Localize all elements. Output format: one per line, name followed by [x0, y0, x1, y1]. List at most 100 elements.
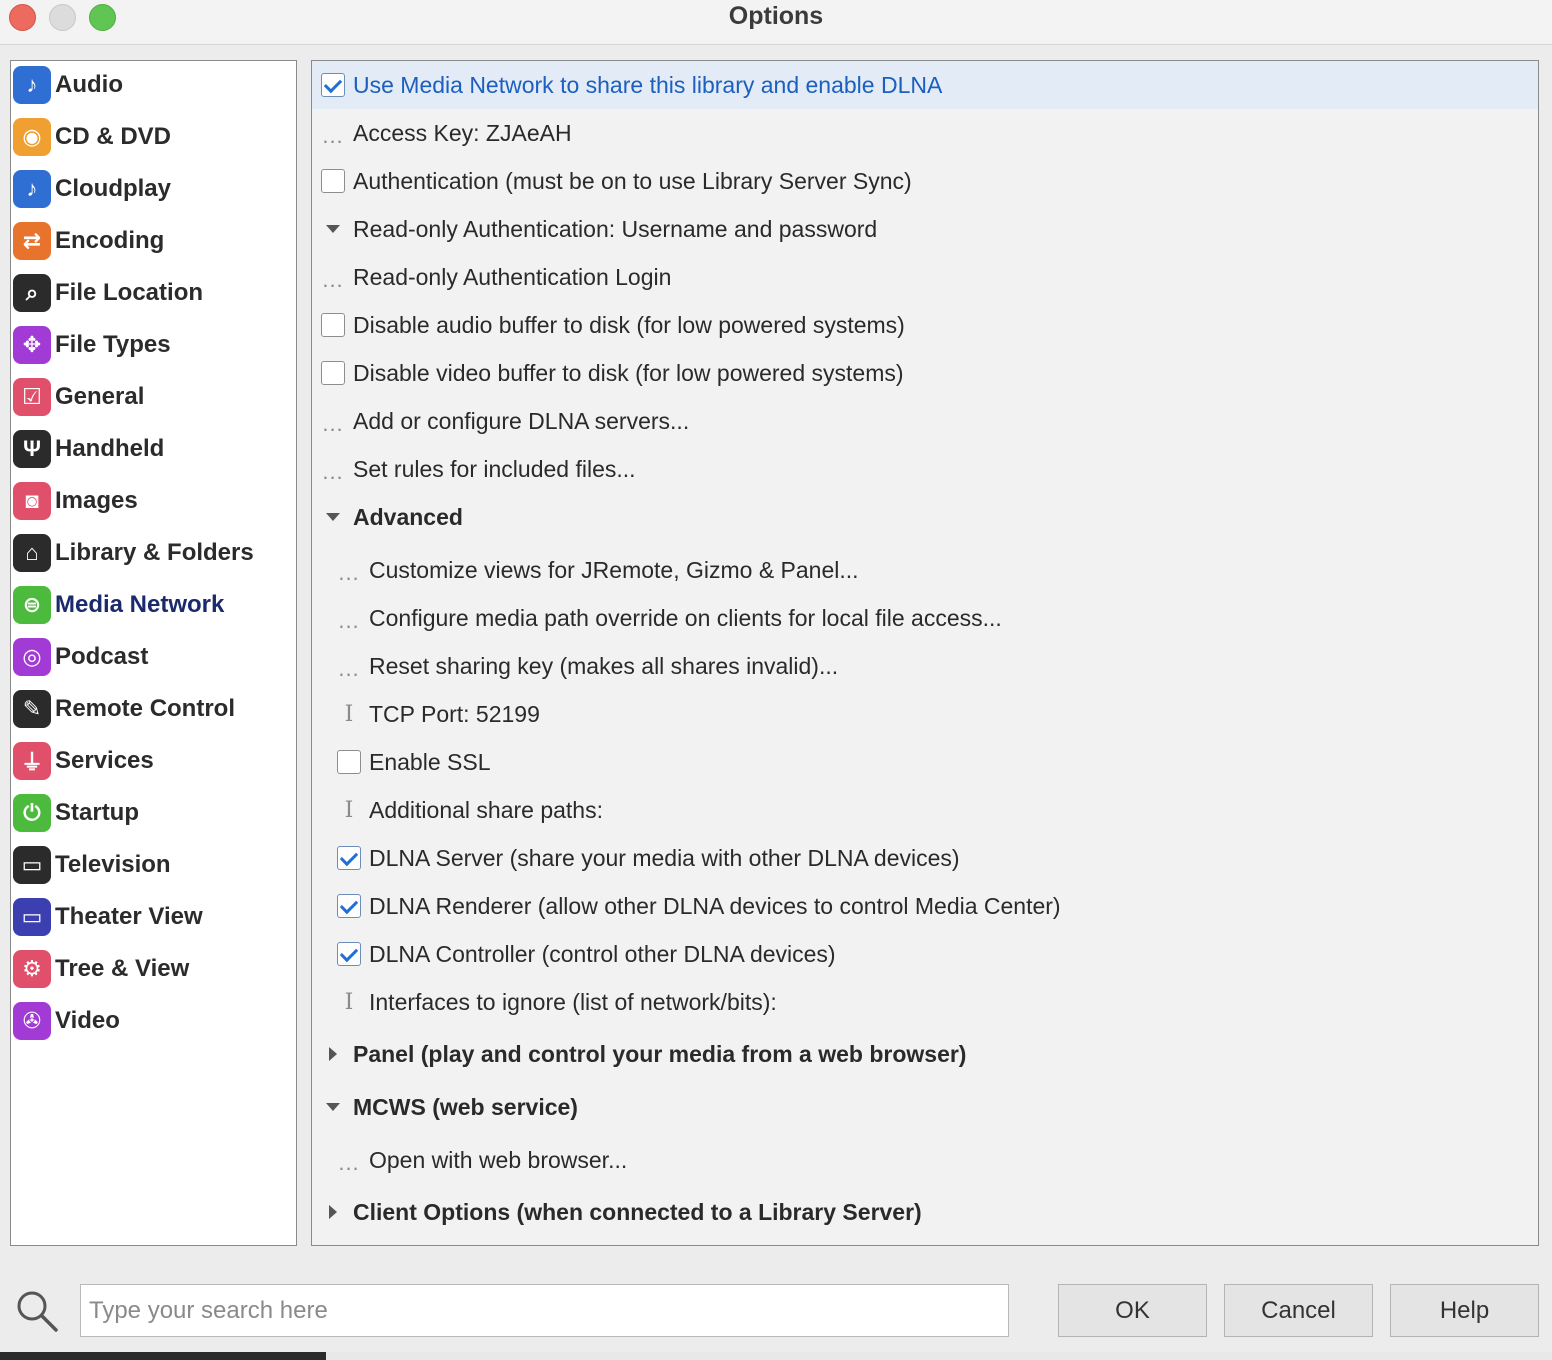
sidebar-item-media-network[interactable]: ⊜ Media Network	[13, 581, 293, 629]
checkbox-unchecked[interactable]	[332, 750, 366, 774]
checkbox-unchecked[interactable]	[316, 313, 350, 337]
video-camera-icon: ✇	[13, 1002, 51, 1040]
tv-icon: ▭	[13, 846, 51, 884]
option-label: DLNA Renderer (allow other DLNA devices …	[369, 892, 1061, 919]
gear-icon: ⚙	[13, 950, 51, 988]
option-label: Client Options (when connected to a Libr…	[353, 1198, 922, 1225]
power-icon: ⏻	[13, 794, 51, 832]
option-row-reset-sharing-key-makes-all-shares-inval[interactable]: ... Reset sharing key (makes all shares i…	[312, 642, 1538, 690]
checkbox-checked[interactable]	[332, 894, 366, 918]
sidebar-item-label: Handheld	[55, 435, 165, 462]
option-label: Additional share paths:	[369, 796, 603, 823]
sidebar-item-encoding[interactable]: ⇄ Encoding	[13, 217, 293, 265]
option-row-dlna-controller-control-other-dlna-devic[interactable]: DLNA Controller (control other DLNA devi…	[312, 930, 1538, 978]
option-label: Set rules for included files...	[353, 455, 636, 482]
option-row-customize-views-for-jremote-gizmo-panel[interactable]: ... Customize views for JRemote, Gizmo & …	[312, 546, 1538, 594]
option-label: Enable SSL	[369, 748, 491, 775]
sidebar-item-file-types[interactable]: ✥ File Types	[13, 321, 293, 369]
help-button[interactable]: Help	[1390, 1284, 1539, 1337]
option-label: Disable video buffer to disk (for low po…	[353, 359, 904, 386]
sidebar-item-services[interactable]: ⏚ Services	[13, 737, 293, 785]
sidebar-item-cloudplay[interactable]: ♪ Cloudplay	[13, 165, 293, 213]
ok-button[interactable]: OK	[1058, 1284, 1207, 1337]
text-edit-icon: I	[344, 797, 354, 823]
sidebar-item-label: Cloudplay	[55, 175, 172, 202]
option-label: Add or configure DLNA servers...	[353, 407, 690, 434]
checkbox-icon: ☑	[13, 378, 51, 416]
ellipsis-icon: ...	[338, 1150, 360, 1175]
option-row-add-or-configure-dlna-servers[interactable]: ... Add or configure DLNA servers...	[312, 397, 1538, 445]
sidebar-item-label: Podcast	[55, 643, 149, 670]
sidebar-item-file-location[interactable]: ⌕ File Location	[13, 269, 293, 317]
option-row-interfaces-to-ignore-list-of-network-bit: I Interfaces to ignore (list of network/b…	[312, 978, 1538, 1026]
option-row-set-rules-for-included-files[interactable]: ... Set rules for included files...	[312, 445, 1538, 493]
music-note-icon: ♪	[13, 66, 51, 104]
sidebar-item-label: Video	[55, 1007, 120, 1034]
ellipsis-icon: ...	[322, 459, 344, 484]
disclosure-expanded-icon	[316, 513, 350, 521]
option-row-configure-media-path-override-on-clients[interactable]: ... Configure media path override on clie…	[312, 594, 1538, 642]
sidebar-item-remote-control[interactable]: ✎ Remote Control	[13, 685, 293, 733]
network-icon: ⊜	[13, 586, 51, 624]
disclosure-expanded-icon	[316, 225, 350, 233]
option-row-advanced[interactable]: Advanced	[312, 493, 1538, 541]
camera-icon: ◙	[13, 482, 51, 520]
checkbox-checked[interactable]	[332, 942, 366, 966]
option-row-access-key-zjaeah[interactable]: ... Access Key: ZJAeAH	[312, 109, 1538, 157]
sidebar-item-label: Images	[55, 487, 138, 514]
option-row-use-media-network-to-share-this-library-[interactable]: Use Media Network to share this library …	[312, 61, 1538, 109]
sidebar-item-general[interactable]: ☑ General	[13, 373, 293, 421]
checkbox-checked[interactable]	[332, 846, 366, 870]
option-row-disable-audio-buffer-to-disk-for-low-pow[interactable]: Disable audio buffer to disk (for low po…	[312, 301, 1538, 349]
sidebar-item-label: Tree & View	[55, 955, 190, 982]
option-label: Disable audio buffer to disk (for low po…	[353, 311, 905, 338]
cancel-button[interactable]: Cancel	[1224, 1284, 1373, 1337]
option-row-mcws-web-service[interactable]: MCWS (web service)	[312, 1083, 1538, 1131]
option-label: DLNA Server (share your media with other…	[369, 844, 960, 871]
option-row-panel-play-and-control-your-media-from-a[interactable]: Panel (play and control your media from …	[312, 1030, 1538, 1078]
option-label: Configure media path override on clients…	[369, 604, 1002, 631]
option-label: Customize views for JRemote, Gizmo & Pan…	[369, 556, 859, 583]
sidebar-item-label: Services	[55, 747, 154, 774]
arrows-swap-icon: ⇄	[13, 222, 51, 260]
puzzle-icon: ✥	[13, 326, 51, 364]
option-label: Advanced	[353, 503, 463, 530]
checkbox-checked[interactable]	[316, 73, 350, 97]
sidebar-item-label: Audio	[55, 71, 123, 98]
sidebar-item-video[interactable]: ✇ Video	[13, 997, 293, 1045]
sidebar-item-label: General	[55, 383, 145, 410]
sidebar-item-podcast[interactable]: ◎ Podcast	[13, 633, 293, 681]
sidebar-item-label: Encoding	[55, 227, 165, 254]
option-row-disable-video-buffer-to-disk-for-low-pow[interactable]: Disable video buffer to disk (for low po…	[312, 349, 1538, 397]
option-label: Use Media Network to share this library …	[353, 71, 943, 98]
option-row-authentication-must-be-on-to-use-library[interactable]: Authentication (must be on to use Librar…	[312, 157, 1538, 205]
sidebar-item-theater-view[interactable]: ▭ Theater View	[13, 893, 293, 941]
option-row-dlna-server-share-your-media-with-other-[interactable]: DLNA Server (share your media with other…	[312, 834, 1538, 882]
sidebar-item-tree-view[interactable]: ⚙ Tree & View	[13, 945, 293, 993]
search-input[interactable]	[80, 1284, 1009, 1337]
sidebar-item-images[interactable]: ◙ Images	[13, 477, 293, 525]
checkbox-unchecked[interactable]	[316, 169, 350, 193]
sidebar-item-label: CD & DVD	[55, 123, 172, 150]
plug-icon: ⏚	[13, 742, 51, 780]
sidebar-item-startup[interactable]: ⏻ Startup	[13, 789, 293, 837]
option-row-open-with-web-browser[interactable]: ... Open with web browser...	[312, 1136, 1538, 1184]
sidebar-item-label: File Location	[55, 279, 204, 306]
window-title: Options	[728, 2, 824, 30]
sidebar-item-handheld[interactable]: Ψ Handheld	[13, 425, 293, 473]
checkbox-unchecked[interactable]	[316, 361, 350, 385]
option-row-read-only-authentication-login[interactable]: ... Read-only Authentication Login	[312, 253, 1538, 301]
house-music-icon: ⌂	[13, 534, 51, 572]
option-row-client-options-when-connected-to-a-libra[interactable]: Client Options (when connected to a Libr…	[312, 1188, 1538, 1236]
option-row-read-only-authentication-username-and-pa[interactable]: Read-only Authentication: Username and p…	[312, 205, 1538, 253]
disclosure-collapsed-icon	[316, 1047, 350, 1061]
option-row-enable-ssl[interactable]: Enable SSL	[312, 738, 1538, 786]
sidebar-item-library-folders[interactable]: ⌂ Library & Folders	[13, 529, 293, 577]
sidebar-item-audio[interactable]: ♪ Audio	[13, 61, 293, 109]
sidebar-item-television[interactable]: ▭ Television	[13, 841, 293, 889]
sidebar-item-cd-dvd[interactable]: ◉ CD & DVD	[13, 113, 293, 161]
disclosure-expanded-icon	[316, 1103, 350, 1111]
disc-icon: ◉	[13, 118, 51, 156]
ellipsis-icon: ...	[338, 656, 360, 681]
option-row-dlna-renderer-allow-other-dlna-devices-t[interactable]: DLNA Renderer (allow other DLNA devices …	[312, 882, 1538, 930]
